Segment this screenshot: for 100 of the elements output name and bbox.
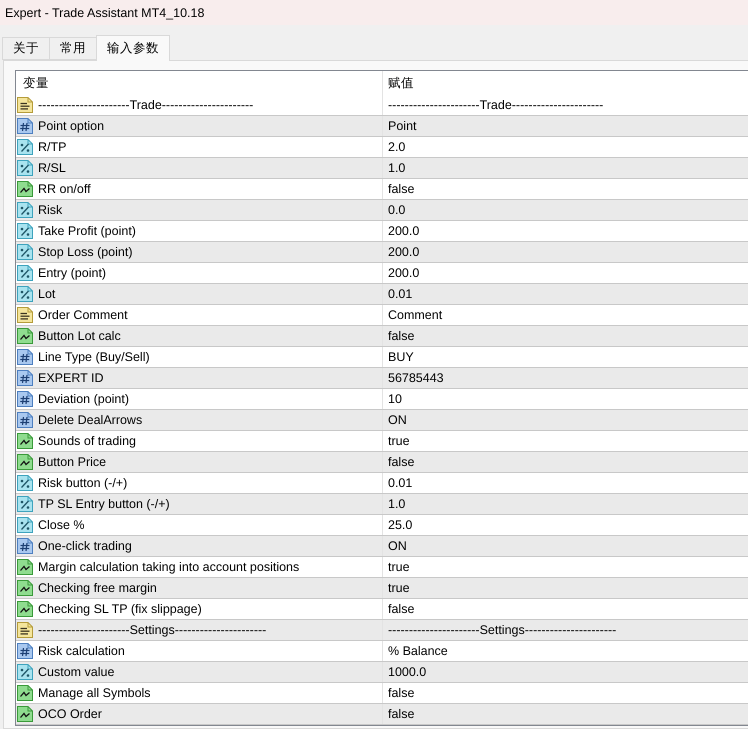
parameter-row[interactable]: Sounds of trading true [16, 431, 748, 452]
parameter-value: 1.0 [388, 161, 406, 175]
text-document-icon [17, 307, 33, 323]
parameter-row[interactable]: Risk 0.0 [16, 200, 748, 221]
line-chart-document-icon [17, 559, 33, 575]
parameter-name: Lot [38, 287, 56, 301]
parameter-row[interactable]: Button Price false [16, 452, 748, 473]
parameter-name: R/TP [38, 140, 66, 154]
parameter-value: ON [388, 413, 407, 427]
parameter-name: Order Comment [38, 308, 128, 322]
parameter-name: Point option [38, 119, 104, 133]
fraction-document-icon [17, 517, 33, 533]
hash-document-icon [17, 391, 33, 407]
parameter-value: 1000.0 [388, 665, 426, 679]
column-header[interactable]: 赋值 [388, 74, 414, 92]
parameter-value: Point [388, 119, 416, 133]
parameter-row[interactable]: Custom value 1000.0 [16, 662, 748, 683]
parameter-value: 0.01 [388, 476, 412, 490]
parameter-row[interactable]: Button Lot calc false [16, 326, 748, 347]
parameter-row[interactable]: OCO Order false [16, 704, 748, 725]
parameter-name: TP SL Entry button (-/+) [38, 497, 170, 511]
parameter-value: 10 [388, 392, 402, 406]
parameter-row[interactable]: R/TP 2.0 [16, 137, 748, 158]
parameter-value: 200.0 [388, 266, 420, 280]
parameter-row[interactable]: Order Comment Comment [16, 305, 748, 326]
text-document-icon [17, 622, 33, 638]
fraction-document-icon [17, 160, 33, 176]
parameter-value: 200.0 [388, 245, 420, 259]
line-chart-document-icon [17, 328, 33, 344]
parameter-name: Entry (point) [38, 266, 106, 280]
parameter-row[interactable]: ----------------------Trade---------------------- ----------------------Trade---------------------- [16, 95, 748, 116]
parameter-value: % Balance [388, 644, 448, 658]
parameter-name: OCO Order [38, 707, 102, 721]
parameter-row[interactable]: Risk calculation % Balance [16, 641, 748, 662]
parameter-name: Checking SL TP (fix slippage) [38, 602, 202, 616]
parameter-name: Risk button (-/+) [38, 476, 128, 490]
parameter-row[interactable]: Checking free margin true [16, 578, 748, 599]
parameter-row[interactable]: Risk button (-/+) 0.01 [16, 473, 748, 494]
parameter-row[interactable]: ----------------------Settings---------------------- ----------------------Settings---------------------- [16, 620, 748, 641]
parameter-name: Button Price [38, 455, 106, 469]
fraction-document-icon [17, 244, 33, 260]
parameter-value: ----------------------Settings---------------------- [388, 623, 616, 637]
line-chart-document-icon [17, 181, 33, 197]
parameter-row[interactable]: One-click trading ON [16, 536, 748, 557]
hash-document-icon [17, 538, 33, 554]
parameter-row[interactable]: Delete DealArrows ON [16, 410, 748, 431]
parameter-row[interactable]: Point option Point [16, 116, 748, 137]
parameter-name: Close % [38, 518, 85, 532]
parameter-name: Button Lot calc [38, 329, 121, 343]
hash-document-icon [17, 118, 33, 134]
parameter-row[interactable]: TP SL Entry button (-/+) 1.0 [16, 494, 748, 515]
parameter-row[interactable]: Take Profit (point) 200.0 [16, 221, 748, 242]
parameter-row[interactable]: Margin calculation taking into account positions true [16, 557, 748, 578]
parameter-value: true [388, 560, 410, 574]
parameter-value: 2.0 [388, 140, 406, 154]
parameter-name: RR on/off [38, 182, 91, 196]
parameter-value: false [388, 602, 414, 616]
parameter-value: ----------------------Trade---------------------- [388, 98, 604, 112]
tab[interactable]: 关于 [2, 37, 50, 60]
parameter-name: Line Type (Buy/Sell) [38, 350, 150, 364]
parameter-name: Stop Loss (point) [38, 245, 132, 259]
hash-document-icon [17, 643, 33, 659]
line-chart-document-icon [17, 454, 33, 470]
parameter-row[interactable]: Deviation (point) 10 [16, 389, 748, 410]
parameter-value: false [388, 707, 414, 721]
parameter-row[interactable]: Close % 25.0 [16, 515, 748, 536]
fraction-document-icon [17, 202, 33, 218]
parameter-value: true [388, 581, 410, 595]
fraction-document-icon [17, 475, 33, 491]
parameter-value: 200.0 [388, 224, 420, 238]
fraction-document-icon [17, 265, 33, 281]
parameter-value: Comment [388, 308, 442, 322]
parameter-row[interactable]: Entry (point) 200.0 [16, 263, 748, 284]
parameter-row[interactable]: RR on/off false [16, 179, 748, 200]
parameter-row[interactable]: Lot 0.01 [16, 284, 748, 305]
parameter-name: Take Profit (point) [38, 224, 136, 238]
parameter-name: ----------------------Trade---------------------- [38, 98, 254, 112]
parameter-value: false [388, 182, 414, 196]
parameter-row[interactable]: Line Type (Buy/Sell) BUY [16, 347, 748, 368]
parameter-name: Custom value [38, 665, 114, 679]
parameter-row[interactable]: EXPERT ID 56785443 [16, 368, 748, 389]
parameter-value: 0.0 [388, 203, 406, 217]
parameter-row[interactable]: Manage all Symbols false [16, 683, 748, 704]
parameter-row[interactable]: Stop Loss (point) 200.0 [16, 242, 748, 263]
parameter-value: ON [388, 539, 407, 553]
tab[interactable]: 常用 [49, 37, 97, 60]
parameter-name: One-click trading [38, 539, 132, 553]
line-chart-document-icon [17, 580, 33, 596]
hash-document-icon [17, 412, 33, 428]
hash-document-icon [17, 349, 33, 365]
parameter-value: false [388, 455, 414, 469]
column-header[interactable]: 变量 [23, 74, 49, 92]
fraction-document-icon [17, 223, 33, 239]
parameter-name: Margin calculation taking into account positions [38, 560, 300, 574]
tab[interactable]: 输入参数 [96, 35, 170, 61]
fraction-document-icon [17, 286, 33, 302]
hash-document-icon [17, 370, 33, 386]
parameter-row[interactable]: Checking SL TP (fix slippage) false [16, 599, 748, 620]
line-chart-document-icon [17, 706, 33, 722]
parameter-row[interactable]: R/SL 1.0 [16, 158, 748, 179]
